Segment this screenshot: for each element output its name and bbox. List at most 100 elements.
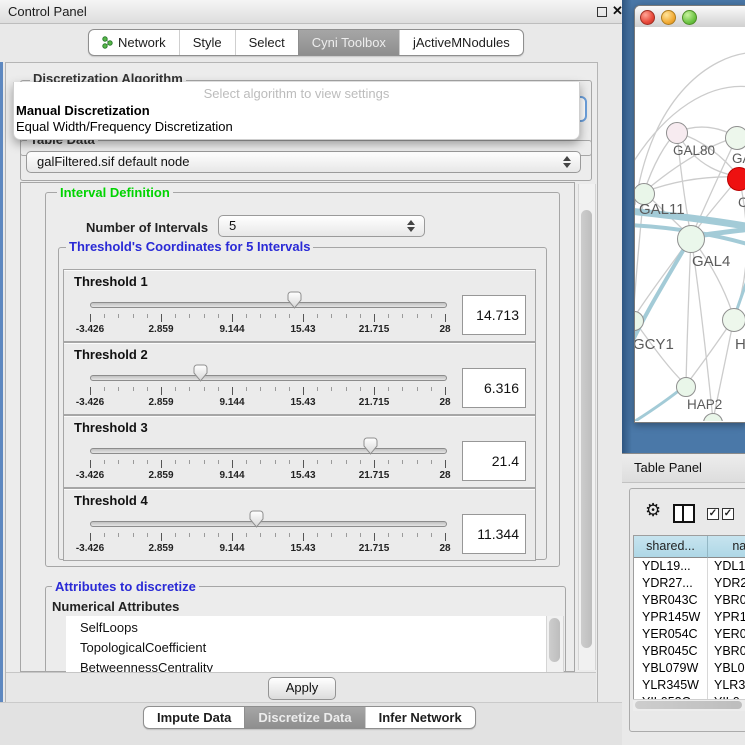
tick-mark xyxy=(303,460,304,468)
tick-mark xyxy=(104,387,105,391)
tick-mark xyxy=(303,314,304,322)
tick-mark xyxy=(218,460,219,464)
network-window-title-bar[interactable] xyxy=(635,6,745,28)
network-node[interactable] xyxy=(725,126,745,150)
tick-mark xyxy=(118,460,119,464)
close-button[interactable] xyxy=(640,10,655,25)
tick-label: 21.715 xyxy=(349,397,399,408)
table-cell[interactable]: YBR0 xyxy=(714,592,745,609)
tab-select[interactable]: Select xyxy=(235,30,298,55)
table-cell[interactable]: YDL1 xyxy=(714,558,745,575)
tick-mark xyxy=(189,314,190,318)
tick-mark xyxy=(90,460,91,468)
split-table-icon[interactable] xyxy=(673,504,695,523)
attribute-item[interactable]: BetweennessCentrality xyxy=(80,660,213,672)
slider-thumb[interactable] xyxy=(193,364,208,382)
tab-style[interactable]: Style xyxy=(179,30,235,55)
table-cell[interactable]: YDR27... xyxy=(642,575,707,592)
threshold-value-field[interactable]: 6.316 xyxy=(462,368,526,408)
zoom-button[interactable] xyxy=(682,10,697,25)
threshold-label: Threshold 3 xyxy=(74,420,148,435)
attributes-list-scrollbar[interactable] xyxy=(546,616,564,672)
threshold-value-field[interactable]: 14.713 xyxy=(462,295,526,335)
table-data-selected: galFiltered.sif default node xyxy=(37,154,189,169)
dropdown-option-manual[interactable]: Manual Discretization xyxy=(16,103,150,118)
table-cell[interactable]: YLR345W xyxy=(642,677,707,694)
table-header-name[interactable]: name xyxy=(708,536,745,558)
bottom-tab-impute-data[interactable]: Impute Data xyxy=(144,707,244,728)
apply-button[interactable]: Apply xyxy=(268,677,336,700)
bottom-tab-discretize-data[interactable]: Discretize Data xyxy=(244,707,364,728)
slider-thumb[interactable] xyxy=(287,291,302,309)
tick-mark xyxy=(260,460,261,464)
minimize-button[interactable] xyxy=(661,10,676,25)
threshold-value-field[interactable]: 21.4 xyxy=(462,441,526,481)
table-cell[interactable]: YPR1 xyxy=(714,609,745,626)
tab-label: Cyni Toolbox xyxy=(312,30,386,55)
gear-icon[interactable]: ⚙ xyxy=(645,501,661,519)
network-node[interactable] xyxy=(666,122,688,144)
attribute-item[interactable]: SelfLoops xyxy=(80,620,138,635)
tick-mark xyxy=(118,387,119,391)
dropdown-hint: Select algorithm to view settings xyxy=(14,86,579,101)
threshold-slider-track[interactable] xyxy=(90,448,447,454)
table-cell[interactable]: YBL0 xyxy=(714,660,745,677)
tick-label: -3.426 xyxy=(65,543,115,554)
table-cell[interactable]: YLR3 xyxy=(714,677,745,694)
tick-mark xyxy=(232,533,233,541)
tick-mark xyxy=(445,460,446,468)
threshold-slider-track[interactable] xyxy=(90,375,447,381)
tab-group: NetworkStyleSelect Cyni Toolbox jActiveMNo… xyxy=(88,29,524,56)
checkbox-icon[interactable]: ✓ xyxy=(707,508,719,520)
node-table[interactable]: shared...nameYDL19...YDL1YDR27...YDR2YBR… xyxy=(633,535,745,701)
numerical-attributes-label: Numerical Attributes xyxy=(52,599,179,614)
slider-thumb[interactable] xyxy=(249,510,264,528)
dropdown-option-equal-width[interactable]: Equal Width/Frequency Discretization xyxy=(16,119,233,134)
table-header-shared[interactable]: shared... xyxy=(634,536,708,558)
tab-jactivemnodules[interactable]: jActiveMNodules xyxy=(399,30,523,55)
table-cell[interactable]: YBR045C xyxy=(642,643,707,660)
table-cell[interactable]: YBL079W xyxy=(642,660,707,677)
bottom-tab-infer-network[interactable]: Infer Network xyxy=(365,707,475,728)
table-horizontal-scrollbar[interactable] xyxy=(633,699,745,711)
scrollbar-thumb[interactable] xyxy=(635,701,742,709)
network-canvas[interactable]: GAL80GACGAL11GAL4GCY1HHAP2 xyxy=(635,27,745,421)
table-cell[interactable]: YBR0 xyxy=(714,643,745,660)
tab-network[interactable]: Network xyxy=(89,30,179,55)
tick-mark xyxy=(289,387,290,391)
scrollbar-thumb[interactable] xyxy=(581,210,592,648)
tab-cyni-toolbox[interactable]: Cyni Toolbox xyxy=(298,30,399,55)
numerical-attributes-list[interactable]: SelfLoops TopologicalCoefficient Betweenne… xyxy=(66,616,546,672)
table-cell[interactable]: YDR2 xyxy=(714,575,745,592)
tab-label: Discretize Data xyxy=(258,707,351,728)
tick-mark xyxy=(133,387,134,391)
float-window-icon[interactable] xyxy=(597,7,607,17)
tick-mark xyxy=(161,533,162,541)
tick-mark xyxy=(90,314,91,322)
threshold-slider-track[interactable] xyxy=(90,302,447,308)
tick-mark xyxy=(204,460,205,464)
network-node[interactable] xyxy=(677,225,705,253)
table-cell[interactable]: YPR145W xyxy=(642,609,707,626)
network-node[interactable] xyxy=(727,167,745,191)
scrollbar-thumb[interactable] xyxy=(549,618,560,662)
slider-thumb[interactable] xyxy=(363,437,378,455)
table-data-combobox[interactable]: galFiltered.sif default node xyxy=(26,151,581,173)
tick-mark xyxy=(104,314,105,318)
table-cell[interactable]: YDL19... xyxy=(642,558,707,575)
table-cell[interactable]: YER054C xyxy=(642,626,707,643)
attribute-item[interactable]: TopologicalCoefficient xyxy=(80,640,206,655)
number-of-intervals-spinner[interactable]: 5 xyxy=(218,215,425,237)
table-cell[interactable]: YBR043C xyxy=(642,592,707,609)
network-node[interactable] xyxy=(722,308,745,332)
network-node[interactable] xyxy=(676,377,696,397)
table-cell[interactable]: YER0 xyxy=(714,626,745,643)
checkbox-icon[interactable]: ✓ xyxy=(722,508,734,520)
thresholds-group-title: Threshold's Coordinates for 5 Intervals xyxy=(66,240,313,254)
tick-mark xyxy=(175,533,176,537)
tick-mark xyxy=(118,314,119,318)
threshold-value-field[interactable]: 11.344 xyxy=(462,514,526,554)
settings-vertical-scrollbar[interactable] xyxy=(578,184,596,670)
tick-mark xyxy=(246,387,247,391)
threshold-slider-track[interactable] xyxy=(90,521,447,527)
